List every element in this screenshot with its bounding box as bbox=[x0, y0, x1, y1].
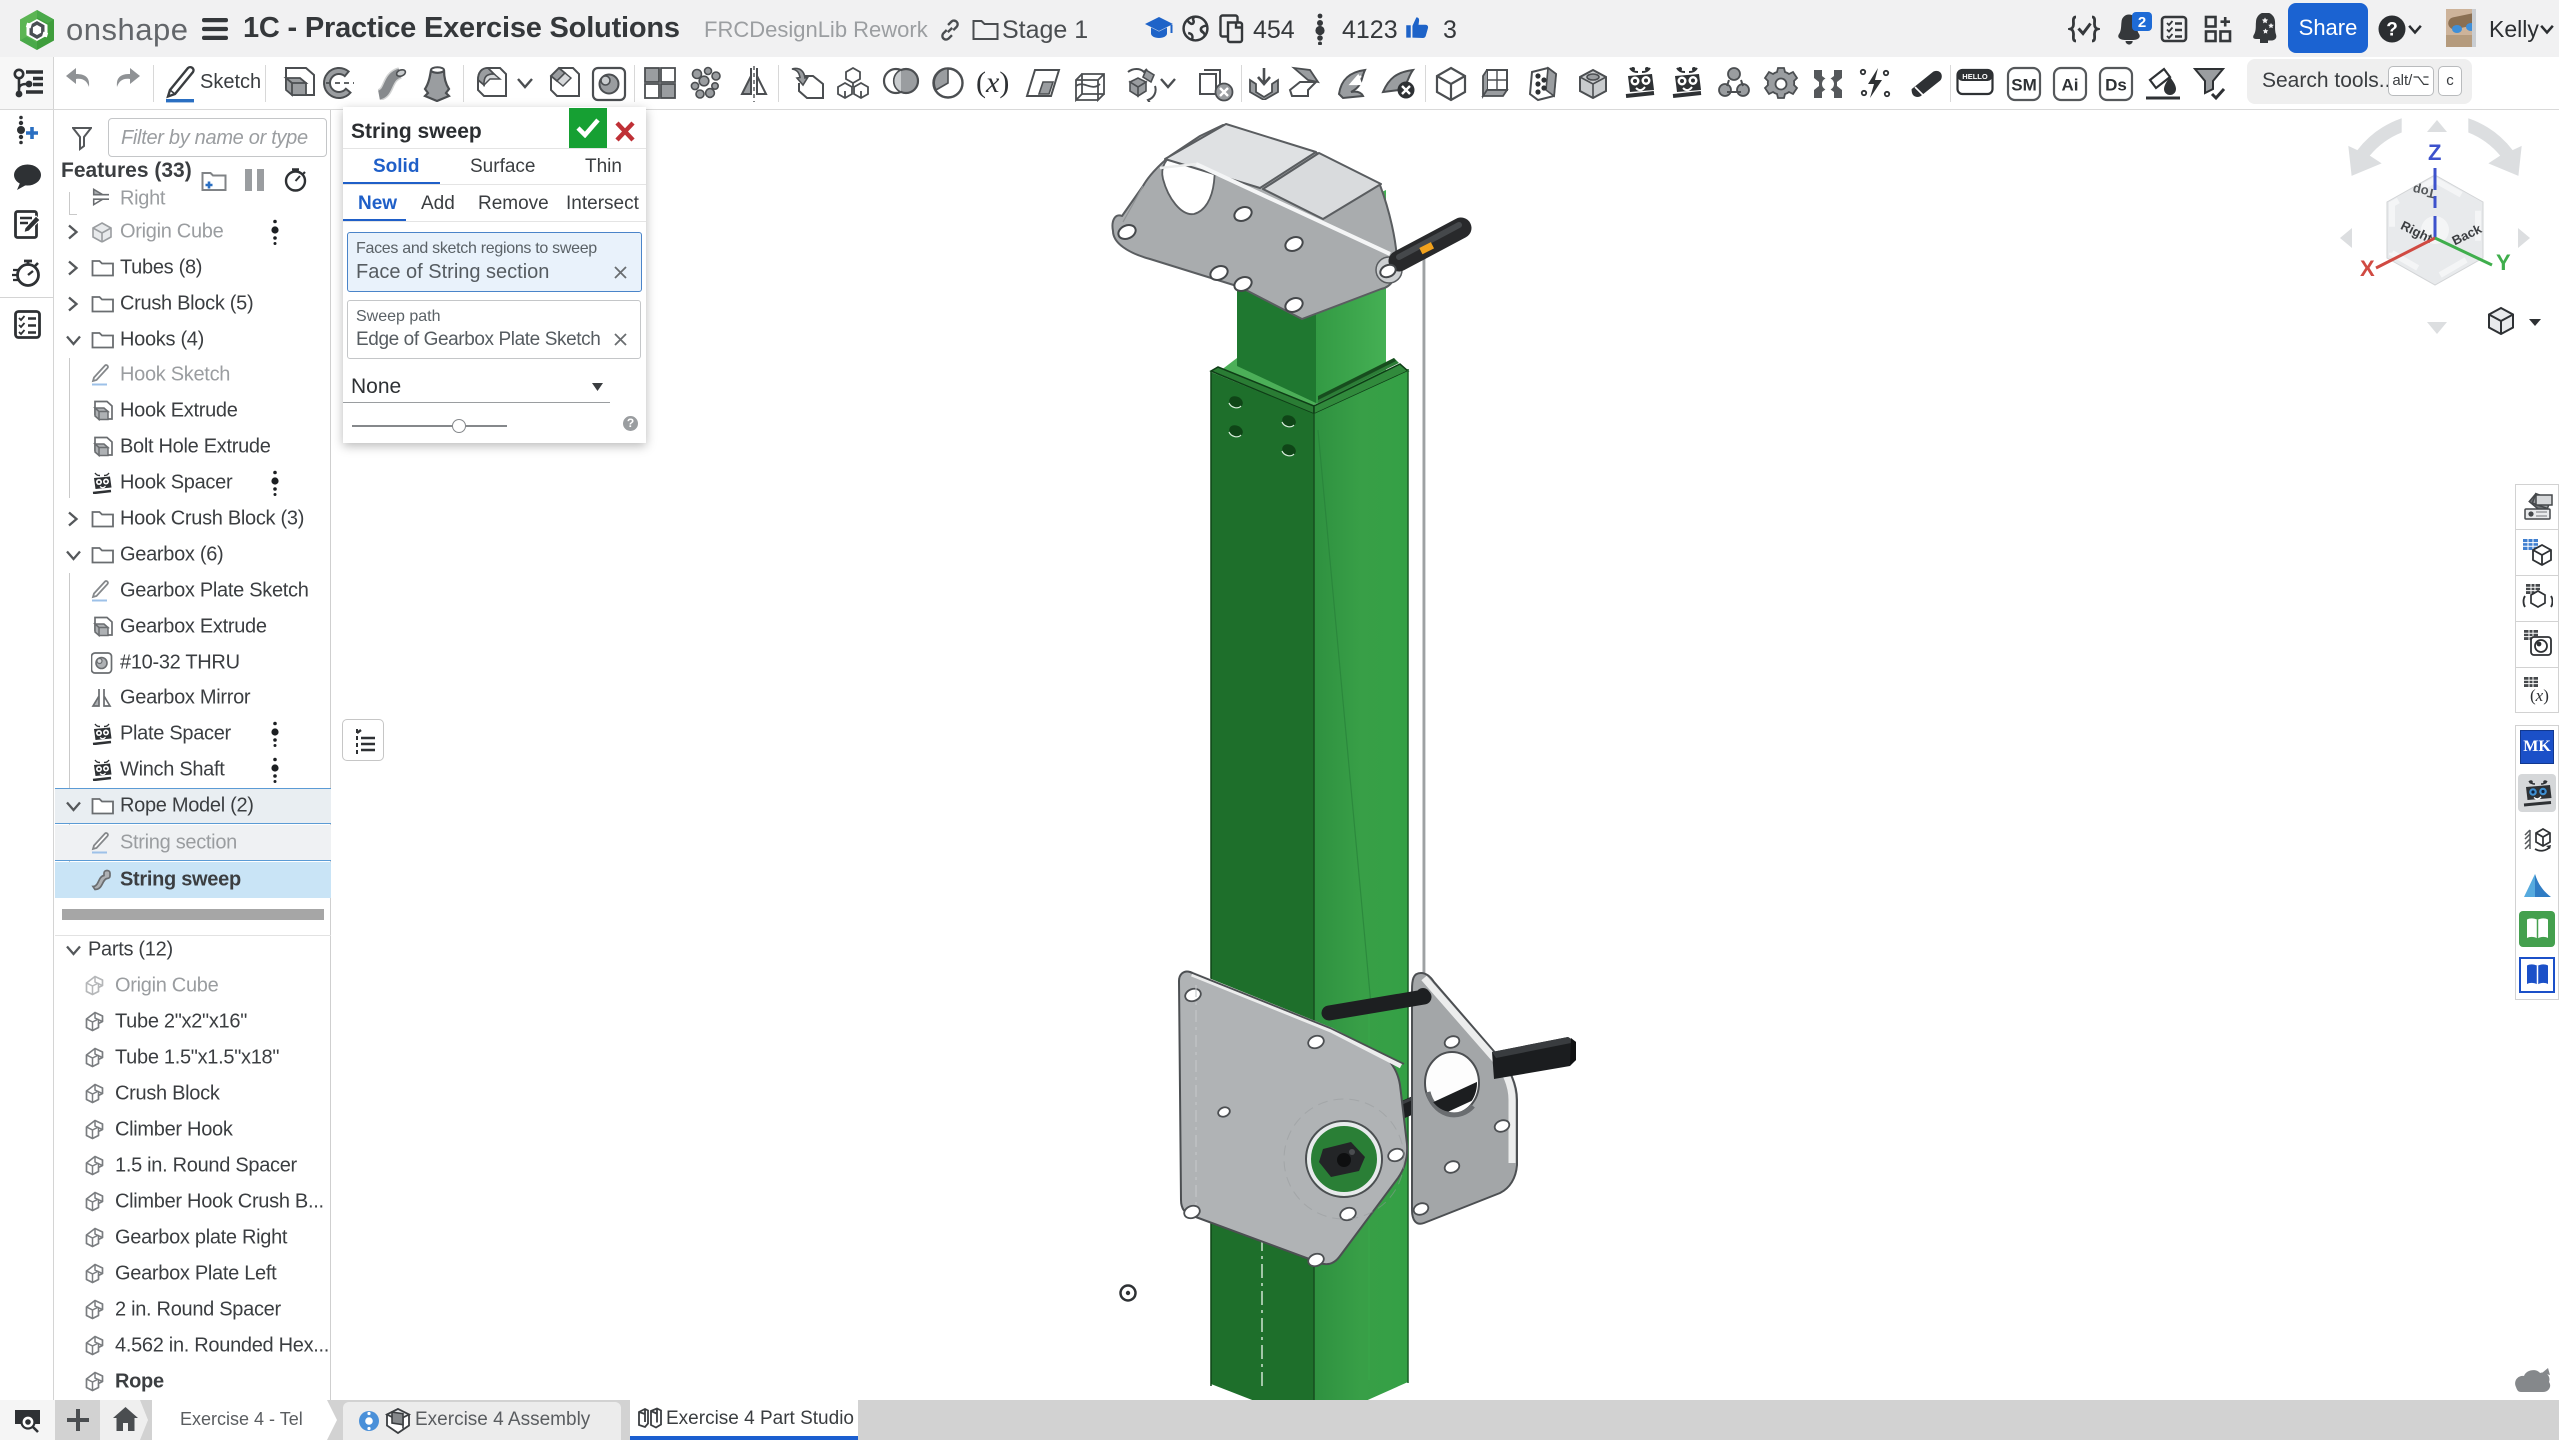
svg-text:(x): (x) bbox=[2530, 686, 2549, 705]
svg-text:SM: SM bbox=[2011, 76, 2037, 95]
svg-text:Ai: Ai bbox=[2062, 76, 2079, 95]
svg-text:X: X bbox=[2360, 256, 2375, 281]
svg-text:Y: Y bbox=[2496, 250, 2511, 275]
svg-text:2: 2 bbox=[2138, 14, 2146, 31]
svg-text:HELLO: HELLO bbox=[1962, 72, 1988, 81]
svg-text:Z: Z bbox=[2428, 140, 2441, 165]
svg-text:Ds: Ds bbox=[2105, 76, 2127, 95]
svg-text:?: ? bbox=[2386, 20, 2398, 41]
